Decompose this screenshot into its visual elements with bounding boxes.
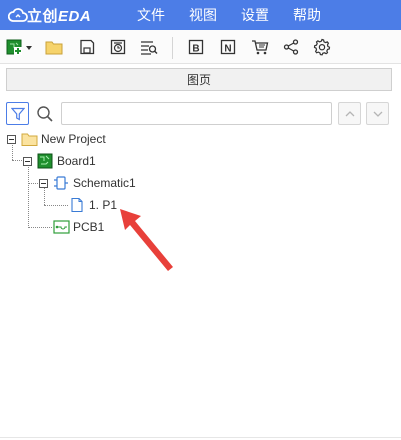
tab-pages-label: 图页 xyxy=(186,73,211,87)
pcb-name: PCB1 xyxy=(73,220,105,234)
search-document-icon xyxy=(141,41,158,55)
logo-en: EDA xyxy=(58,7,92,25)
cart-button[interactable] xyxy=(250,37,270,57)
tree-node-project[interactable]: New Project xyxy=(7,129,106,149)
chevron-up-icon xyxy=(345,110,354,116)
svg-text:N: N xyxy=(224,44,231,55)
next-result-button[interactable] xyxy=(366,102,389,125)
settings-button[interactable] xyxy=(312,37,332,57)
netlist-icon: N xyxy=(220,39,236,55)
tree-node-schematic[interactable]: Schematic1 xyxy=(39,173,136,193)
new-project-button[interactable] xyxy=(6,37,36,57)
filter-button[interactable] xyxy=(6,102,29,125)
tree-node-pcb[interactable]: PCB1 xyxy=(53,217,104,237)
tree-node-board[interactable]: Board1 xyxy=(23,151,96,171)
logo-cn: 立创 xyxy=(27,7,59,25)
save-icon xyxy=(80,39,95,55)
new-project-icon xyxy=(6,39,32,55)
collapse-toggle[interactable] xyxy=(23,156,32,166)
menu-settings[interactable]: 设置 xyxy=(241,5,269,25)
history-button[interactable] xyxy=(108,37,128,57)
share-button[interactable] xyxy=(281,37,301,57)
settings-icon xyxy=(313,38,331,56)
board-icon xyxy=(37,153,53,169)
board-name: Board1 xyxy=(57,154,96,168)
save-button[interactable] xyxy=(77,37,97,57)
tree-node-page[interactable]: 1. P1 xyxy=(69,195,117,215)
search-document-button[interactable] xyxy=(139,37,159,57)
eda-window: 立创EDA 文件 视图 设置 帮助 B N 图页 New Project Boa… xyxy=(0,0,401,440)
bom-icon: B xyxy=(188,39,204,55)
open-folder-button[interactable] xyxy=(44,37,64,57)
pcb-icon xyxy=(53,219,70,235)
tree-connector xyxy=(28,227,52,228)
open-folder-icon xyxy=(45,41,63,55)
collapse-toggle[interactable] xyxy=(39,178,48,188)
chevron-down-icon xyxy=(373,111,382,117)
folder-icon xyxy=(21,131,38,147)
search-icon xyxy=(36,105,54,123)
previous-result-button[interactable] xyxy=(338,102,361,125)
bom-button[interactable]: B xyxy=(186,37,206,57)
tree-connector xyxy=(28,183,38,184)
schematic-icon xyxy=(53,175,69,191)
menu-view[interactable]: 视图 xyxy=(189,5,217,25)
search-input[interactable] xyxy=(61,102,332,125)
history-icon xyxy=(110,39,126,55)
filter-icon xyxy=(10,107,25,121)
tree-connector xyxy=(28,165,29,228)
netlist-button[interactable]: N xyxy=(218,37,238,57)
cart-icon xyxy=(252,40,269,55)
tree-connector xyxy=(44,205,68,206)
menu-file[interactable]: 文件 xyxy=(137,5,165,25)
collapse-toggle[interactable] xyxy=(7,134,16,144)
menu-bar: 立创EDA 文件 视图 设置 帮助 xyxy=(0,0,401,30)
cloud-logo-icon xyxy=(7,7,28,23)
page-name: 1. P1 xyxy=(89,198,118,212)
page-icon xyxy=(69,197,85,213)
toolbar: B N xyxy=(0,30,401,64)
app-logo[interactable]: 立创EDA xyxy=(7,5,113,26)
svg-text:B: B xyxy=(192,44,199,55)
tab-pages[interactable]: 图页 xyxy=(6,68,392,91)
menu-help[interactable]: 帮助 xyxy=(293,5,321,25)
panel-bottom-border xyxy=(0,437,401,438)
logo-text: 立创EDA xyxy=(27,5,91,26)
toolbar-divider xyxy=(172,37,173,59)
project-name: New Project xyxy=(41,132,106,146)
share-icon xyxy=(283,39,299,55)
schematic-name: Schematic1 xyxy=(73,176,136,190)
